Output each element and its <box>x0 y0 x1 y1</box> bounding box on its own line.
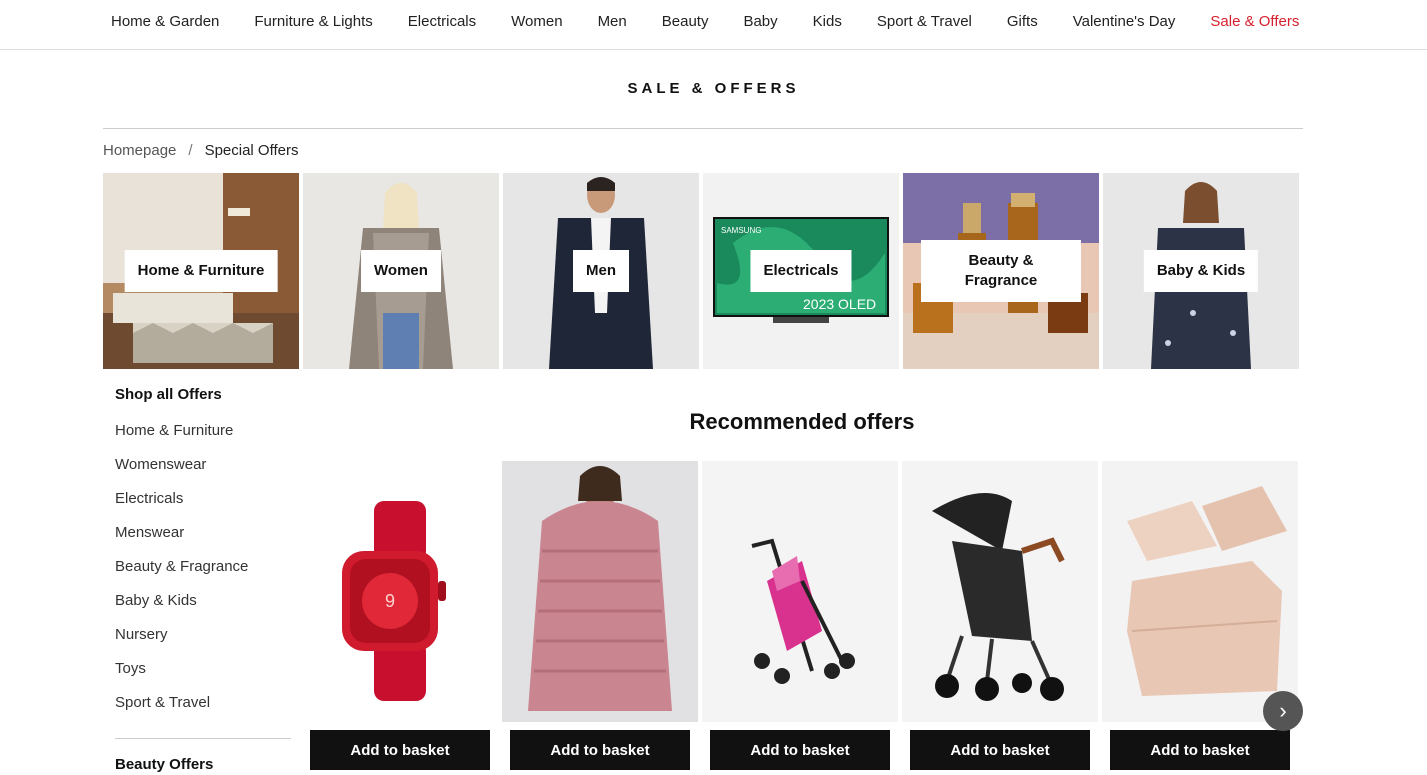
tile-label: Electricals <box>750 250 852 292</box>
nav-beauty[interactable]: Beauty <box>662 13 709 30</box>
title-divider <box>103 128 1303 129</box>
bedding-set-image[interactable] <box>1102 461 1298 722</box>
tv-caption-text: 2023 OLED <box>803 296 876 312</box>
product-card: Add to basket <box>702 461 898 770</box>
recommended-offers-title: Recommended offers <box>689 409 915 434</box>
nav-furniture-lights[interactable]: Furniture & Lights <box>254 13 372 30</box>
tile-label: Women <box>361 250 441 292</box>
chevron-right-icon: › <box>1279 698 1287 723</box>
sidebar-item-sport-travel[interactable]: Sport & Travel <box>115 694 291 728</box>
nav-baby[interactable]: Baby <box>743 13 777 30</box>
breadcrumb-home-link[interactable]: Homepage <box>103 142 176 159</box>
nav-electricals[interactable]: Electricals <box>408 13 476 30</box>
tile-label: Beauty & Fragrance <box>921 240 1081 302</box>
nav-valentines-day[interactable]: Valentine's Day <box>1073 13 1176 30</box>
product-card: 9 Add to basket <box>302 461 498 770</box>
nav-sport-travel[interactable]: Sport & Travel <box>877 13 972 30</box>
sidebar-item-menswear[interactable]: Menswear <box>115 524 291 558</box>
sidebar-item-electricals[interactable]: Electricals <box>115 490 291 524</box>
nav-gifts[interactable]: Gifts <box>1007 13 1038 30</box>
add-to-basket-button[interactable]: Add to basket <box>710 730 890 770</box>
nav-home-garden[interactable]: Home & Garden <box>111 13 219 30</box>
add-to-basket-button[interactable]: Add to basket <box>910 730 1090 770</box>
page-title: SALE & OFFERS <box>627 80 800 97</box>
tile-baby-kids[interactable]: Baby & Kids <box>1103 173 1299 369</box>
tile-women[interactable]: Women <box>303 173 499 369</box>
category-tiles: Home & Furniture Women Men SAMSUNG 2023 … <box>103 173 1299 369</box>
sidebar-item-baby-kids[interactable]: Baby & Kids <box>115 592 291 626</box>
sidebar-item-beauty-fragrance[interactable]: Beauty & Fragrance <box>115 558 291 592</box>
top-navigation: Home & Garden Furniture & Lights Electri… <box>0 0 1427 50</box>
tv-brand-text: SAMSUNG <box>721 226 761 235</box>
offers-sidebar: Shop all Offers Home & Furniture Womensw… <box>115 386 291 773</box>
stroller-pink-image[interactable] <box>702 461 898 722</box>
smartwatch-image[interactable]: 9 <box>302 461 498 722</box>
nav-sale-offers[interactable]: Sale & Offers <box>1210 13 1299 30</box>
add-to-basket-button[interactable]: Add to basket <box>310 730 490 770</box>
breadcrumb-separator: / <box>188 142 193 159</box>
sidebar-item-nursery[interactable]: Nursery <box>115 626 291 660</box>
svg-text:9: 9 <box>385 591 395 611</box>
add-to-basket-button[interactable]: Add to basket <box>1110 730 1290 770</box>
tile-label: Home & Furniture <box>124 250 278 292</box>
breadcrumb: Homepage / Special Offers <box>103 142 299 159</box>
nav-men[interactable]: Men <box>598 13 627 30</box>
tile-electricals[interactable]: SAMSUNG 2023 OLED Electricals <box>703 173 899 369</box>
stroller-black-image[interactable] <box>902 461 1098 722</box>
sidebar-item-toys[interactable]: Toys <box>115 660 291 694</box>
product-card: Add to basket <box>902 461 1098 770</box>
breadcrumb-current: Special Offers <box>204 142 299 159</box>
nav-kids[interactable]: Kids <box>813 13 842 30</box>
sidebar-heading-beauty-offers[interactable]: Beauty Offers <box>115 756 291 773</box>
sidebar-divider <box>115 738 291 739</box>
nav-women[interactable]: Women <box>511 13 562 30</box>
tile-home-furniture[interactable]: Home & Furniture <box>103 173 299 369</box>
product-card: Add to basket <box>502 461 698 770</box>
hoodie-blanket-image[interactable] <box>502 461 698 722</box>
sidebar-item-womenswear[interactable]: Womenswear <box>115 456 291 490</box>
tile-label: Baby & Kids <box>1143 250 1259 292</box>
recommended-carousel: 9 Add to basket Add to basket Add to bas… <box>302 461 1298 770</box>
tile-beauty-fragrance[interactable]: Beauty & Fragrance <box>903 173 1099 369</box>
carousel-next-button[interactable]: › <box>1263 691 1303 731</box>
sidebar-item-home-furniture[interactable]: Home & Furniture <box>115 422 291 456</box>
sidebar-heading-shop-all[interactable]: Shop all Offers <box>115 386 291 403</box>
tile-men[interactable]: Men <box>503 173 699 369</box>
tile-label: Men <box>573 250 629 292</box>
add-to-basket-button[interactable]: Add to basket <box>510 730 690 770</box>
